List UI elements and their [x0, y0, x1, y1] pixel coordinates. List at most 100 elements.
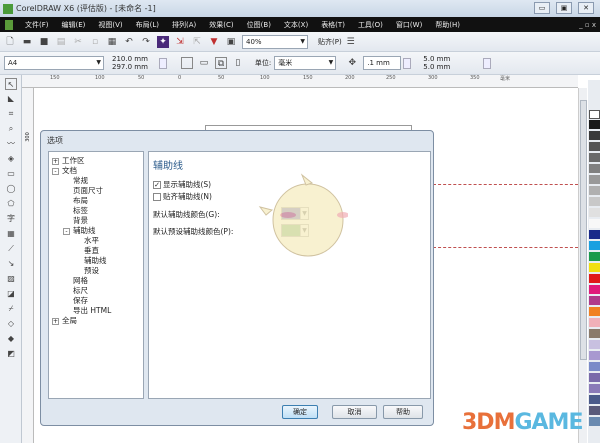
menu-bitmaps[interactable]: 位图(B)	[247, 20, 271, 30]
ok-button[interactable]: 确定	[282, 405, 318, 419]
app-menu-icon[interactable]	[5, 19, 13, 30]
duplicate-distance-x-field[interactable]: 5.0 mm	[423, 55, 450, 63]
duplicate-distance-y-field[interactable]: 5.0 mm	[423, 63, 450, 71]
palette-swatch[interactable]	[589, 373, 600, 382]
no-color-swatch[interactable]	[589, 110, 600, 119]
units-select[interactable]: 毫米 ▼	[274, 56, 337, 70]
width-spinner[interactable]	[158, 57, 167, 69]
landscape-icon[interactable]: ▭	[198, 57, 210, 69]
effects-tool-icon[interactable]: ▨	[5, 273, 17, 285]
zoom-tool-icon[interactable]: ⌕	[5, 123, 17, 135]
eyedropper-tool-icon[interactable]: ⌿	[5, 303, 17, 315]
maximize-button[interactable]: ▣	[556, 2, 572, 14]
palette-swatch[interactable]	[589, 230, 600, 239]
horizontal-guideline[interactable]	[433, 247, 578, 248]
minimize-button[interactable]: ▭	[534, 2, 550, 14]
collapse-icon[interactable]: -	[52, 167, 59, 175]
palette-swatch[interactable]	[589, 318, 600, 327]
print-icon[interactable]: ▤	[55, 36, 67, 48]
page-size-select[interactable]: A4 ▼	[4, 56, 104, 70]
document-window-controls[interactable]: _ ▫ x	[579, 21, 596, 29]
palette-swatch[interactable]	[589, 197, 600, 206]
expand-icon[interactable]: +	[52, 317, 59, 325]
palette-swatch[interactable]	[589, 252, 600, 261]
export-icon[interactable]: ⇱	[191, 36, 203, 48]
palette-swatch[interactable]	[589, 417, 600, 426]
palette-swatch[interactable]	[589, 208, 600, 217]
welcome-screen-icon[interactable]: ▣	[225, 36, 237, 48]
menu-file[interactable]: 文件(F)	[25, 20, 49, 30]
portrait-icon[interactable]	[180, 57, 193, 69]
connector-tool-icon[interactable]: ↘	[5, 258, 17, 270]
shape-tool-icon[interactable]: ◣	[5, 93, 17, 105]
palette-swatch[interactable]	[589, 307, 600, 316]
close-button[interactable]: ✕	[578, 2, 594, 14]
ellipse-tool-icon[interactable]: ◯	[5, 183, 17, 195]
palette-swatch[interactable]	[589, 131, 600, 140]
menu-text[interactable]: 文本(X)	[284, 20, 308, 30]
interactive-fill-icon[interactable]: ◩	[5, 348, 17, 360]
dimension-tool-icon[interactable]: ⟋	[5, 243, 17, 255]
palette-swatch[interactable]	[589, 274, 600, 283]
palette-swatch[interactable]	[589, 142, 600, 151]
freehand-tool-icon[interactable]: 〰	[5, 138, 17, 150]
open-icon[interactable]: ▬	[21, 36, 33, 48]
nudge-spinner[interactable]	[403, 57, 412, 69]
vertical-scrollbar[interactable]	[578, 88, 587, 443]
palette-swatch[interactable]	[589, 384, 600, 393]
scrollbar-thumb[interactable]	[580, 100, 587, 360]
menu-view[interactable]: 视图(V)	[98, 20, 122, 30]
snap-to-guidelines-checkbox[interactable]: 贴齐辅助线(N)	[153, 191, 212, 202]
tree-node[interactable]: + 全局	[52, 315, 77, 326]
palette-swatch[interactable]	[589, 219, 600, 228]
paste-icon[interactable]: ▦	[106, 36, 118, 48]
search-content-icon[interactable]: ✦	[157, 35, 169, 48]
palette-swatch[interactable]	[589, 340, 600, 349]
palette-swatch[interactable]	[589, 351, 600, 360]
collapse-icon[interactable]: -	[63, 227, 70, 235]
tree-node[interactable]: 导出 HTML	[73, 305, 111, 316]
rectangle-tool-icon[interactable]: ▭	[5, 168, 17, 180]
vertical-ruler[interactable]: 300	[22, 88, 34, 443]
zoom-level-select[interactable]: 40% ▼	[242, 34, 308, 49]
outline-tool-icon[interactable]: ◇	[5, 318, 17, 330]
palette-swatch[interactable]	[589, 120, 600, 129]
table-tool-icon[interactable]: ▦	[5, 228, 17, 240]
expand-icon[interactable]: +	[52, 157, 59, 165]
duplicate-spinner[interactable]	[483, 57, 492, 69]
all-pages-icon[interactable]: ⧉	[214, 57, 227, 69]
palette-swatch[interactable]	[589, 406, 600, 415]
menu-layout[interactable]: 布局(L)	[136, 20, 159, 30]
palette-swatch[interactable]	[589, 395, 600, 404]
polygon-tool-icon[interactable]: ⬠	[5, 198, 17, 210]
palette-swatch[interactable]	[589, 263, 600, 272]
show-guidelines-checkbox[interactable]: ✓ 显示辅助线(S)	[153, 179, 211, 190]
horizontal-ruler[interactable]: 150 100 50 0 50 100 150 200 250 300 350 …	[22, 75, 578, 88]
fill-tool-icon[interactable]: ◆	[5, 333, 17, 345]
smart-fill-icon[interactable]: ◈	[5, 153, 17, 165]
palette-swatch[interactable]	[589, 186, 600, 195]
palette-swatch[interactable]	[589, 362, 600, 371]
palette-swatch[interactable]	[589, 241, 600, 250]
transparency-tool-icon[interactable]: ◪	[5, 288, 17, 300]
save-icon[interactable]: ■	[38, 36, 50, 48]
menu-edit[interactable]: 编辑(E)	[62, 20, 86, 30]
palette-swatch[interactable]	[589, 285, 600, 294]
palette-swatch[interactable]	[589, 329, 600, 338]
menu-help[interactable]: 帮助(H)	[435, 20, 460, 30]
options-icon[interactable]: ☰	[345, 36, 357, 48]
horizontal-guideline[interactable]	[433, 184, 578, 185]
page-width-field[interactable]: 210.0 mm	[112, 55, 148, 63]
cancel-button[interactable]: 取消	[332, 405, 377, 419]
palette-swatch[interactable]	[589, 175, 600, 184]
help-button[interactable]: 帮助	[383, 405, 423, 419]
current-page-icon[interactable]: ▯	[232, 57, 244, 69]
undo-icon[interactable]: ↶	[123, 36, 135, 48]
menu-window[interactable]: 窗口(W)	[396, 20, 422, 30]
nudge-distance-field[interactable]: .1 mm	[363, 56, 402, 70]
menu-effects[interactable]: 效果(C)	[209, 20, 233, 30]
menu-arrange[interactable]: 排列(A)	[172, 20, 196, 30]
page-height-field[interactable]: 297.0 mm	[112, 63, 148, 71]
crop-tool-icon[interactable]: ⌗	[5, 108, 17, 120]
copy-icon[interactable]: ▫	[89, 36, 101, 48]
